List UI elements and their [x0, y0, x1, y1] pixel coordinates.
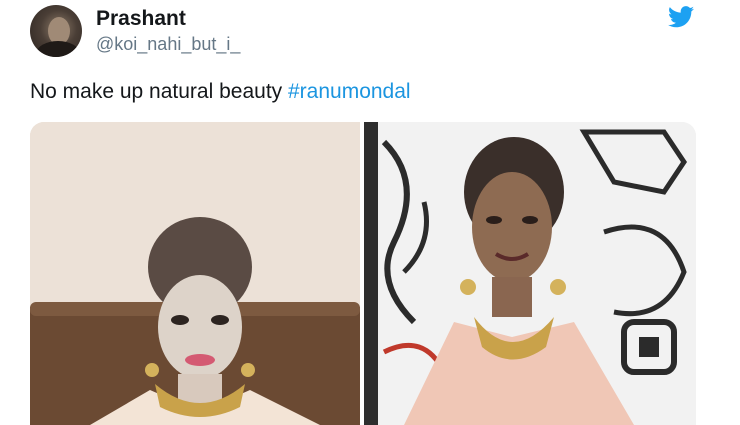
- user-handle[interactable]: @koi_nahi_but_i_: [96, 34, 240, 55]
- avatar-shoulders: [36, 41, 80, 57]
- photo-left[interactable]: [30, 122, 360, 425]
- photo-right[interactable]: [364, 122, 696, 425]
- tweet-body: No make up natural beauty: [30, 80, 288, 103]
- photo-left-image: [30, 122, 360, 425]
- hashtag-link[interactable]: #ranumondal: [288, 80, 411, 103]
- tweet-text: No make up natural beauty #ranumondal: [30, 80, 411, 104]
- display-name[interactable]: Prashant: [96, 7, 186, 31]
- tweet-media: [30, 122, 696, 425]
- tweet-card: Prashant @koi_nahi_but_i_ No make up nat…: [0, 0, 740, 425]
- avatar[interactable]: [30, 5, 82, 57]
- twitter-bird-icon[interactable]: [668, 6, 694, 28]
- photo-right-image: [364, 122, 696, 425]
